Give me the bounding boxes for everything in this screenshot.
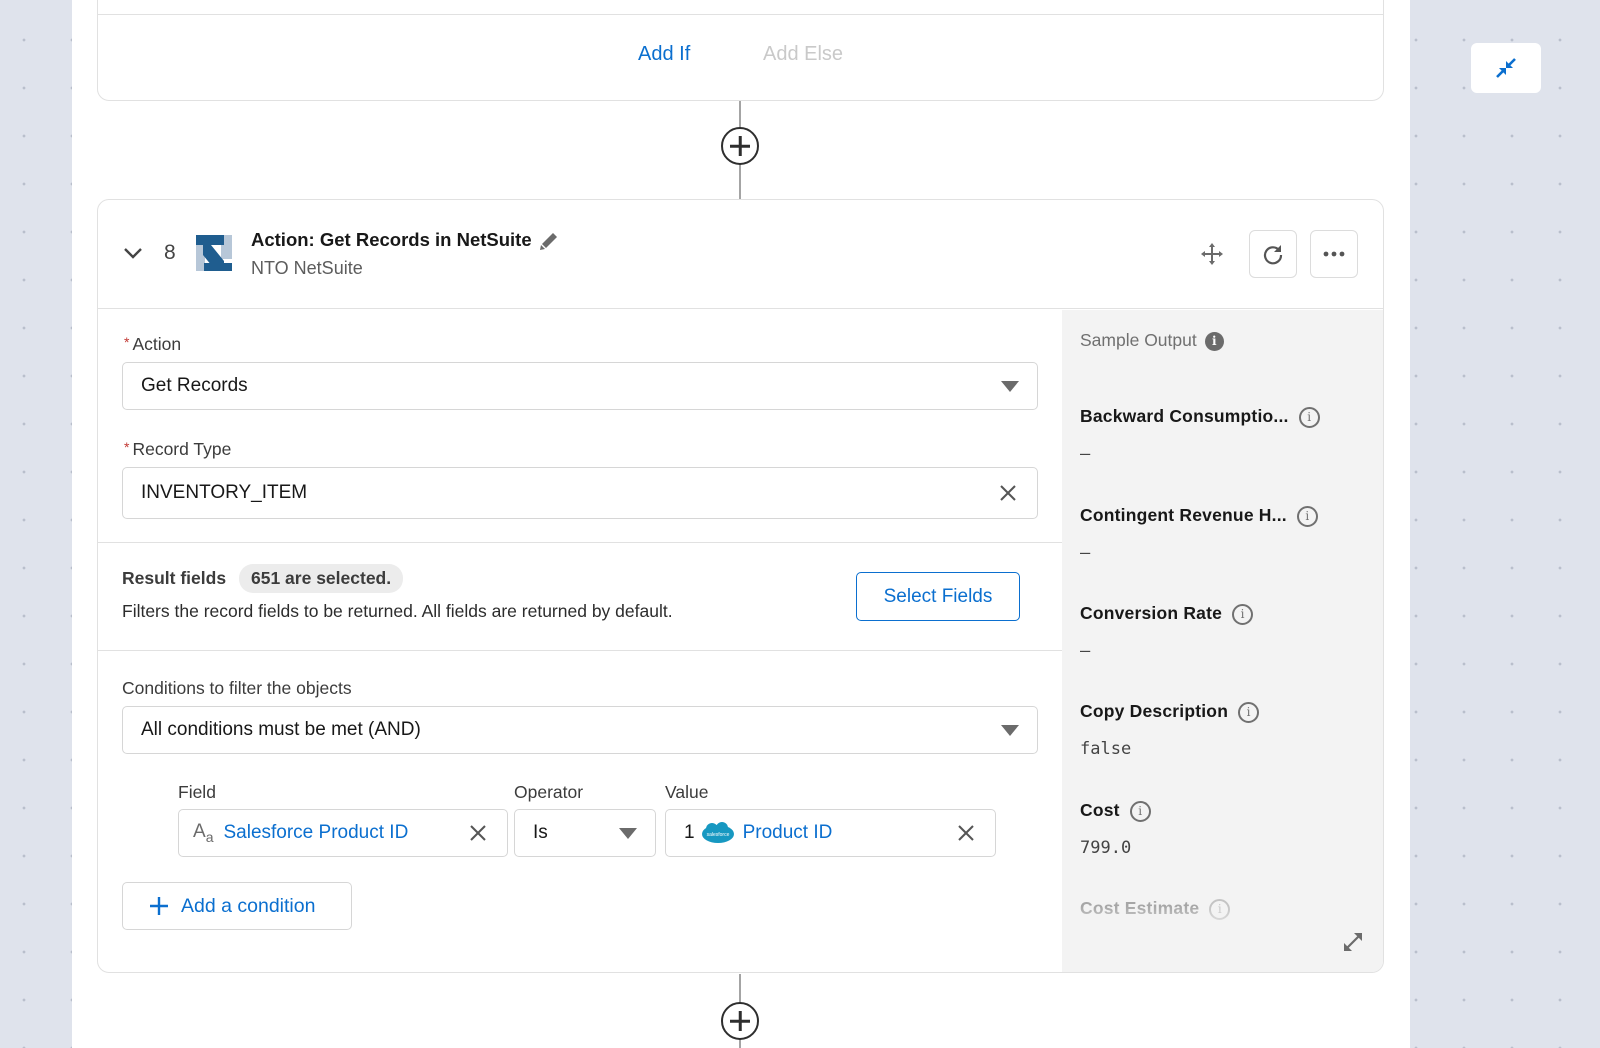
condition-operator-value: Is [533,822,548,843]
record-type-input[interactable]: INVENTORY_ITEM [122,467,1038,519]
output-value: 799.0 [1080,838,1132,859]
chevron-down-icon[interactable] [122,242,144,264]
conditions-logic-select[interactable]: All conditions must be met (AND) [122,706,1038,754]
section-divider [98,650,1062,651]
add-condition-button[interactable]: Add a condition [122,882,352,930]
close-icon[interactable] [957,824,975,842]
sample-output-title: Sample Output i [1080,330,1224,351]
close-icon[interactable] [469,824,487,842]
condition-value-input[interactable]: 1 salesforce Product ID [665,809,996,857]
add-if-button[interactable]: Add If [638,43,690,66]
condition-field-input[interactable]: Aa Salesforce Product ID [178,809,508,857]
more-actions-button[interactable] [1310,230,1358,278]
section-divider [98,542,1062,543]
output-value: – [1080,444,1091,465]
output-name: Copy Description [1080,701,1229,721]
netsuite-logo-icon [194,233,234,273]
info-icon[interactable]: i [1129,801,1151,823]
salesforce-logo-icon: salesforce [701,822,734,843]
add-condition-label: Add a condition [181,894,316,917]
minimize-icon [1496,58,1516,78]
output-name: Conversion Rate [1080,603,1223,623]
output-name: Contingent Revenue H... [1080,505,1287,525]
expand-icon[interactable] [1341,930,1365,954]
svg-text:salesforce: salesforce [706,832,729,838]
caret-down-icon[interactable] [619,828,637,839]
output-value: – [1080,641,1091,662]
add-step-button[interactable] [721,127,759,165]
info-icon[interactable]: i [1238,702,1260,724]
branch-card: Add If Add Else [97,0,1384,101]
required-marker: * [124,334,130,350]
value-step-number: 1 [684,822,695,843]
move-icon[interactable] [1200,242,1224,266]
add-step-button[interactable] [721,1002,759,1040]
output-value: false [1080,739,1132,760]
action-label: * Action [124,334,181,355]
required-marker: * [124,439,130,455]
action-select[interactable]: Get Records [122,362,1038,410]
select-fields-button[interactable]: Select Fields [856,572,1020,621]
pencil-icon[interactable] [539,231,559,251]
result-fields-description: Filters the record fields to be returned… [122,601,673,621]
selected-count-badge: 651 are selected. [239,564,404,593]
info-icon[interactable]: i [1232,604,1254,626]
step-card: 8 Action: Get Records in NetSuite NTO Ne… [97,199,1384,973]
output-item: Cost i 799.0 [1080,800,1151,858]
field-column-label: Field [178,782,216,802]
sample-output-title-text: Sample Output [1080,330,1197,350]
caret-down-icon[interactable] [1001,725,1019,736]
step-number: 8 [164,241,176,264]
output-item: Copy Description i false [1080,701,1260,760]
condition-operator-select[interactable]: Is [514,809,656,857]
record-type-label: * Record Type [124,439,231,460]
step-form: * Action Get Records * Record Type INVENTO… [98,310,1062,972]
text-type-icon: Aa [193,821,214,845]
step-title: Action: Get Records in NetSuite [251,229,532,250]
info-icon[interactable]: i [1298,407,1320,429]
info-icon[interactable]: i [1296,506,1318,528]
collapse-view-button[interactable] [1471,43,1541,93]
plus-icon [150,897,168,915]
close-icon[interactable] [999,484,1017,502]
output-name: Backward Consumptio... [1080,406,1289,426]
value-column-label: Value [665,782,709,802]
record-type-value: INVENTORY_ITEM [141,482,308,503]
output-value: – [1080,543,1091,564]
record-type-label-text: Record Type [132,439,232,459]
condition-field-value: Salesforce Product ID [223,822,409,843]
fade-overlay [1062,906,1383,966]
branch-divider [98,14,1383,15]
result-fields-label: Result fields [122,568,227,588]
operator-column-label: Operator [514,782,584,802]
action-label-text: Action [132,334,182,354]
step-header: 8 Action: Get Records in NetSuite NTO Ne… [98,200,1383,309]
conditions-logic-value: All conditions must be met (AND) [141,719,421,740]
info-icon[interactable]: i [1204,331,1224,351]
more-icon [1323,251,1345,257]
output-item: Conversion Rate i – [1080,603,1254,662]
step-subtitle: NTO NetSuite [251,258,363,278]
output-item: Backward Consumptio... i – [1080,406,1320,464]
conditions-label: Conditions to filter the objects [122,678,352,698]
caret-down-icon[interactable] [1001,381,1019,392]
add-else-button[interactable]: Add Else [763,43,843,66]
condition-value: Product ID [742,822,833,843]
action-value: Get Records [141,375,248,396]
output-item: Contingent Revenue H... i – [1080,505,1318,563]
refresh-button[interactable] [1249,230,1297,278]
sample-output-panel: Sample Output i Backward Consumptio... i –… [1062,310,1383,972]
output-name: Cost [1080,800,1120,820]
refresh-icon [1263,245,1283,265]
